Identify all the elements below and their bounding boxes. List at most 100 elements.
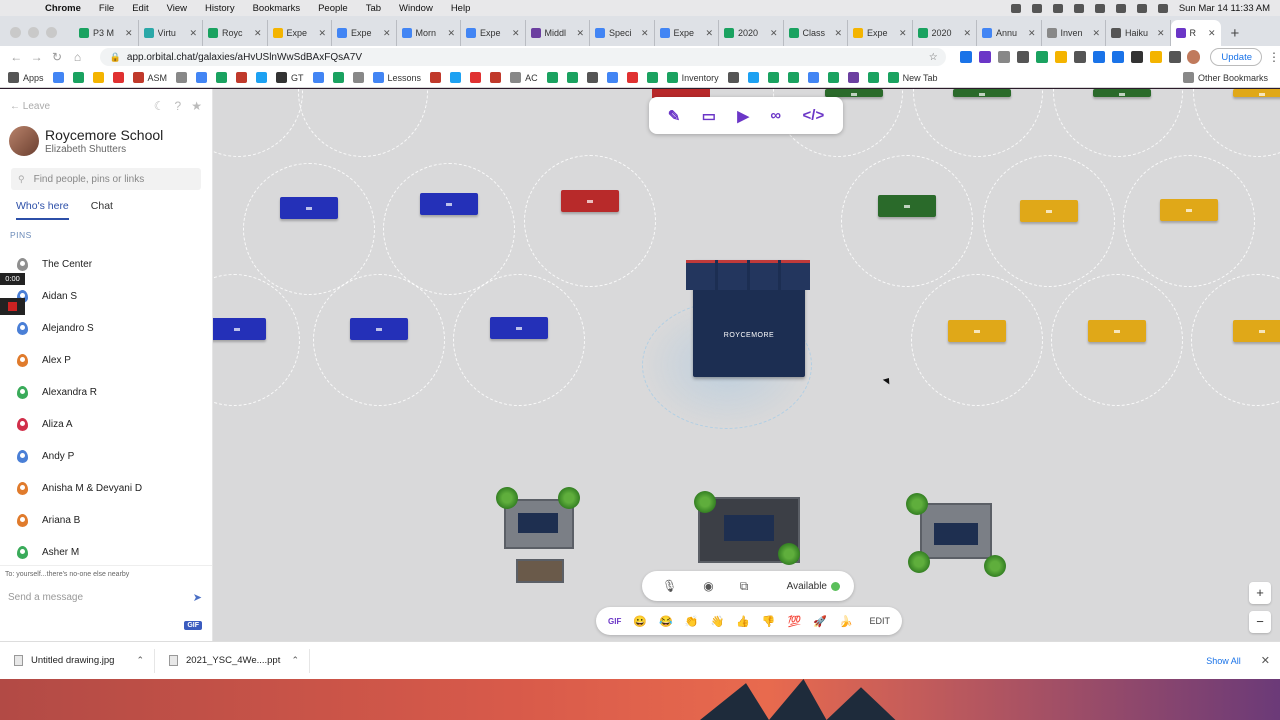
moon-icon[interactable]: ☾ [154,99,165,113]
close-tab-icon[interactable]: ✕ [1157,28,1165,39]
gif-reaction-button[interactable]: GIF [608,617,621,626]
star-icon[interactable]: ★ [191,99,202,113]
browser-tab[interactable]: Haiku ✕ [1106,20,1171,46]
browser-tab[interactable]: 2020 ✕ [719,20,784,46]
extension-icon[interactable] [1168,51,1181,63]
yellow-table[interactable] [1088,320,1146,342]
bookmark-item[interactable] [72,72,84,83]
close-tab-icon[interactable]: ✕ [125,28,133,39]
blue-table[interactable] [420,193,478,215]
bookmark-item[interactable] [586,72,598,83]
send-icon[interactable]: ➤ [193,591,202,604]
control-center-icon[interactable] [1136,3,1147,13]
browser-tab[interactable]: R ✕ [1170,20,1221,46]
green-table[interactable] [953,89,1011,97]
tab-whos-here[interactable]: Who's here [16,200,69,220]
emoji-reaction-button[interactable]: 👍 [736,615,750,628]
bookmark-item[interactable]: ASM [132,72,167,83]
close-tab-icon[interactable]: ✕ [641,28,649,39]
close-tab-icon[interactable]: ✕ [254,28,262,39]
camera-icon[interactable]: ◉ [703,579,713,593]
close-tab-icon[interactable]: ✕ [512,28,520,39]
bookmark-item[interactable] [747,72,759,83]
browser-tab[interactable]: Expe ✕ [655,20,719,46]
bookmark-item[interactable] [332,72,344,83]
dropbox-icon[interactable] [1010,3,1021,13]
close-tab-icon[interactable]: ✕ [705,28,713,39]
message-input[interactable]: Send a message ➤ [0,578,212,604]
browser-tab[interactable]: Expe ✕ [461,20,526,46]
bookmark-item[interactable] [546,72,558,83]
green-table[interactable] [1093,89,1151,97]
bookmark-item[interactable] [847,72,859,83]
close-tab-icon[interactable]: ✕ [576,28,584,39]
table-circle[interactable] [313,274,445,406]
yellow-table[interactable] [1160,199,1218,221]
video-icon[interactable]: ▶ [737,107,749,125]
bookmark-item[interactable] [867,72,879,83]
table-circle[interactable] [383,163,515,295]
bookmark-item[interactable] [52,72,64,83]
extension-icon[interactable] [978,51,991,63]
forward-icon[interactable]: → [26,50,46,64]
pin-item[interactable]: The Center [0,248,212,280]
chevron-up-icon[interactable]: ⌃ [291,655,299,666]
search-icon[interactable] [1115,3,1126,13]
bookmark-item[interactable]: Apps [8,72,44,83]
bookmark-item[interactable] [807,72,819,83]
emoji-reaction-button[interactable]: 💯 [788,615,802,628]
bookmark-item[interactable] [646,72,658,83]
yellow-table[interactable] [1233,89,1280,97]
screen-share-icon[interactable]: ⧉ [740,579,749,594]
siri-icon[interactable] [1157,3,1168,13]
bookmark-item[interactable]: Inventory [666,72,719,83]
close-window-button[interactable] [10,27,21,38]
close-tab-icon[interactable]: ✕ [318,28,326,39]
zoom-out-button[interactable]: − [1249,611,1271,633]
other-bookmarks[interactable]: Other Bookmarks [1182,72,1280,83]
url-field[interactable]: 🔒 app.orbital.chat/galaxies/aHvUSlnWwSdB… [99,48,946,66]
record-stop-button[interactable] [0,298,25,315]
table-circle[interactable] [453,274,585,406]
show-all-downloads-button[interactable]: Show All [1206,656,1241,666]
emoji-reaction-button[interactable]: 😂 [659,615,673,628]
red-table[interactable] [561,190,619,212]
search-input[interactable]: ⚲ Find people, pins or links [11,168,201,190]
help-icon[interactable]: ? [175,99,182,113]
edit-reactions-button[interactable]: EDIT [869,616,890,626]
close-tab-icon[interactable]: ✕ [1092,28,1100,39]
table-circle[interactable] [1123,155,1255,287]
table-circle[interactable] [913,89,1043,157]
green-table[interactable] [878,195,936,217]
bookmark-item[interactable] [312,72,324,83]
avatar[interactable] [9,126,39,156]
close-tab-icon[interactable]: ✕ [834,28,842,39]
close-tab-icon[interactable]: ✕ [189,28,197,39]
close-tab-icon[interactable]: ✕ [1208,28,1216,39]
status-selector[interactable]: Available [787,581,840,592]
chevron-up-icon[interactable]: ⌃ [136,655,144,666]
yellow-table[interactable] [948,320,1006,342]
booth-left[interactable] [496,487,582,589]
bookmark-item[interactable] [626,72,638,83]
table-circle[interactable] [524,155,656,287]
bookmark-item[interactable] [490,72,502,83]
more-menu-icon[interactable]: ⋮ [1268,50,1280,64]
close-tab-icon[interactable]: ✕ [963,28,971,39]
bookmark-item[interactable] [767,72,779,83]
download-item[interactable]: Untitled drawing.jpg ⌃ [0,648,155,673]
extension-icon[interactable] [1016,51,1029,63]
extension-icon[interactable] [1073,51,1086,63]
close-tab-icon[interactable]: ✕ [899,28,907,39]
star-icon[interactable]: ☆ [929,52,938,63]
emoji-reaction-button[interactable]: 👋 [710,615,724,628]
browser-tab[interactable]: Expe ✕ [332,20,397,46]
menu-window[interactable]: Window [390,3,442,14]
minimize-window-button[interactable] [28,27,39,38]
menu-history[interactable]: History [196,3,244,14]
extension-icon[interactable] [1130,51,1143,63]
menu-chrome[interactable]: Chrome [36,3,90,14]
bookmark-item[interactable] [787,72,799,83]
menu-bookmarks[interactable]: Bookmarks [244,3,310,14]
tab-chat[interactable]: Chat [91,200,113,220]
